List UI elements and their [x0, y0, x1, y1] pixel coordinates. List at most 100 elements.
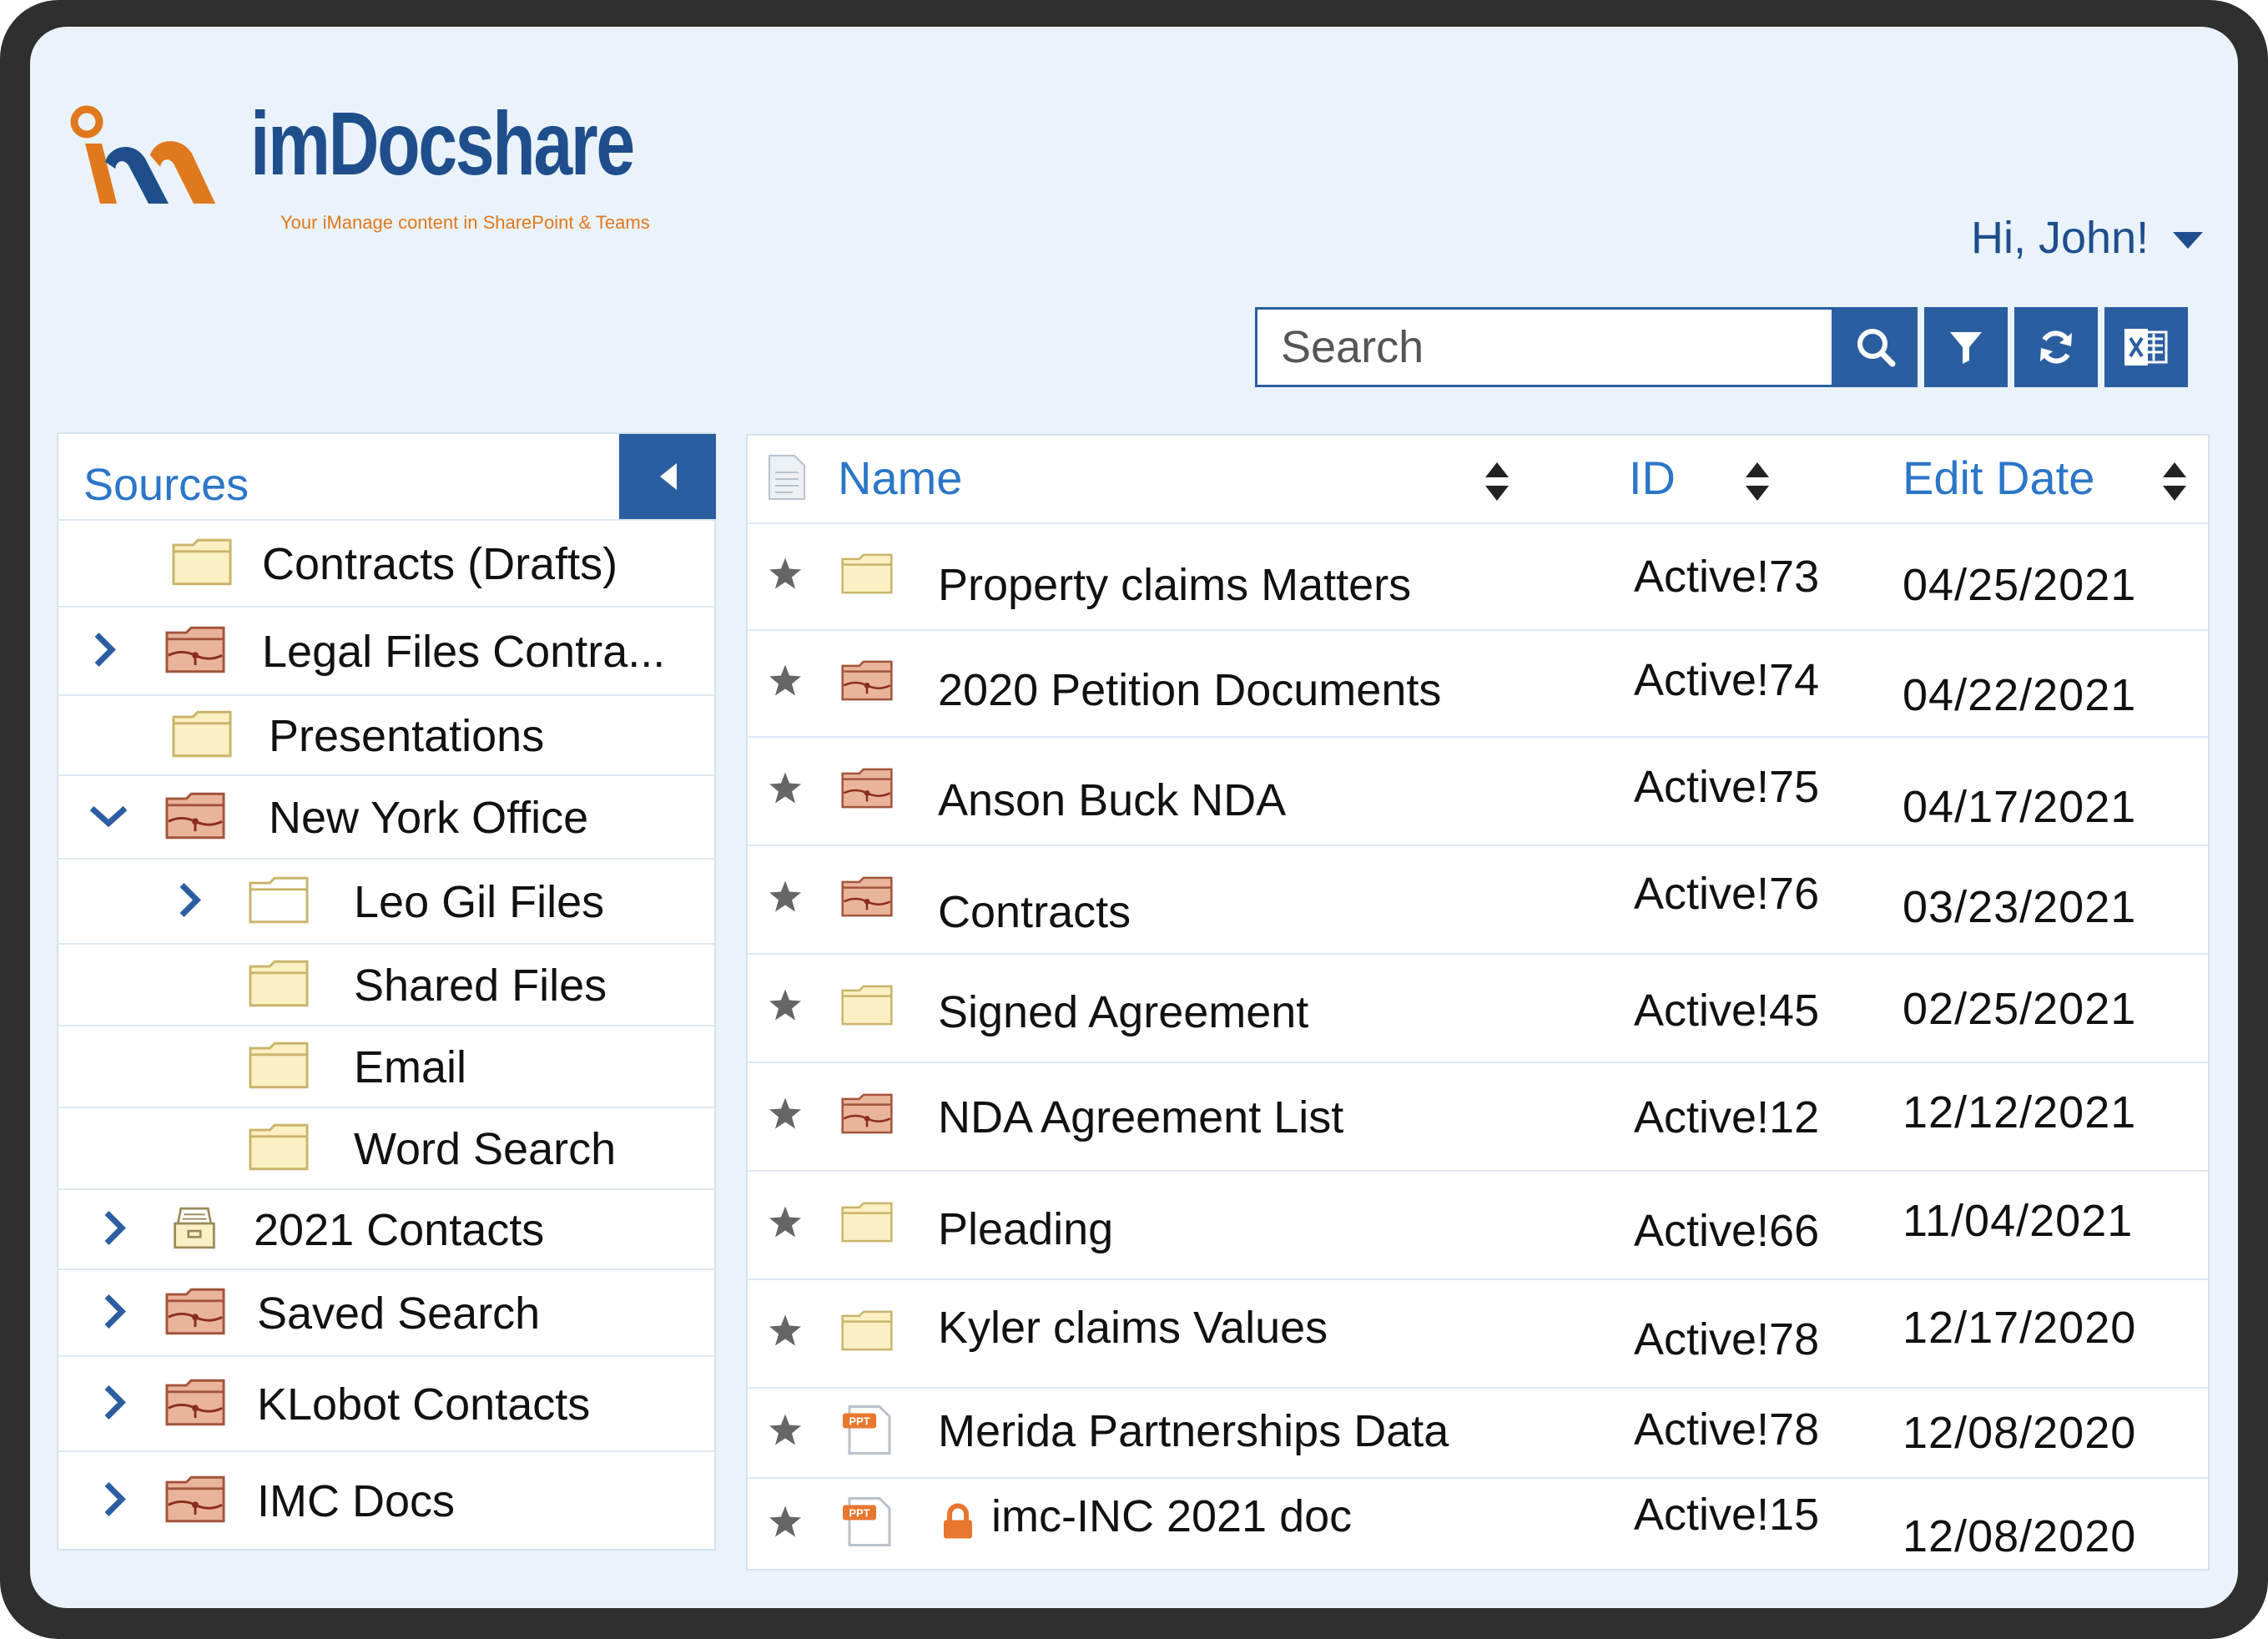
brand-logo: imDocshare Your iManage content in Share… — [68, 78, 650, 233]
collapse-sources-button[interactable] — [619, 434, 716, 519]
star-icon[interactable] — [768, 1314, 803, 1349]
filter-button[interactable] — [1924, 307, 2008, 387]
star-icon[interactable] — [768, 988, 803, 1023]
star-icon[interactable] — [768, 1097, 803, 1132]
source-item[interactable]: 2021 Contacts — [58, 1188, 714, 1270]
document-name[interactable]: Anson Buck NDA — [938, 774, 1286, 826]
star-icon[interactable] — [768, 557, 803, 592]
chevron-down-icon[interactable] — [88, 804, 129, 829]
document-row[interactable]: Contracts Active!76 03/23/2021 — [748, 845, 2208, 955]
chevron-right-icon[interactable] — [177, 882, 202, 919]
document-edit-date: 12/17/2020 — [1903, 1303, 2137, 1353]
star-icon[interactable] — [768, 880, 803, 915]
document-id: Active!75 — [1634, 762, 1820, 812]
ppt-file-icon: PPT — [843, 1405, 891, 1455]
source-item-label: KLobot Contacts — [257, 1379, 591, 1430]
column-id-header[interactable]: ID — [1629, 451, 1676, 505]
caret-down-icon[interactable] — [2173, 232, 2203, 249]
excel-export-icon — [2124, 329, 2168, 366]
folder-icon — [841, 985, 893, 1026]
document-id: Active!78 — [1634, 1404, 1820, 1455]
sort-icon[interactable] — [1484, 461, 1510, 502]
source-item[interactable]: Email — [58, 1025, 714, 1108]
column-name-header[interactable]: Name — [838, 451, 962, 505]
matter-folder-icon — [165, 1475, 225, 1523]
chevron-right-icon[interactable] — [92, 632, 117, 668]
document-row[interactable]: PPT imc-INC 2021 doc Active!15 12/08/2020 — [748, 1477, 2208, 1571]
sort-icon[interactable] — [1744, 461, 1771, 502]
refresh-icon — [2040, 330, 2072, 364]
document-id: Active!66 — [1634, 1206, 1820, 1256]
document-name[interactable]: Contracts — [938, 886, 1131, 938]
sort-icon[interactable] — [2161, 461, 2188, 502]
filter-icon — [1950, 332, 1982, 364]
star-icon[interactable] — [768, 1413, 803, 1448]
chevron-right-icon[interactable] — [102, 1384, 127, 1421]
svg-text:PPT: PPT — [849, 1415, 869, 1428]
matter-folder-icon — [165, 1288, 225, 1335]
logo-mark-icon — [70, 105, 215, 204]
document-name[interactable]: Kyler claims Values — [938, 1302, 1328, 1354]
search-button[interactable] — [1834, 307, 1918, 387]
source-item-label: Word Search — [354, 1124, 617, 1174]
matter-folder-icon — [165, 626, 225, 673]
folder-icon — [172, 538, 232, 586]
chevron-right-icon[interactable] — [102, 1294, 127, 1330]
document-row[interactable]: PPT Merida Partnerships Data Active!78 12/0… — [748, 1387, 2208, 1479]
search-icon — [1857, 329, 1896, 367]
document-id: Active!45 — [1634, 986, 1820, 1036]
document-edit-date: 12/12/2021 — [1903, 1087, 2137, 1137]
document-edit-date: 02/25/2021 — [1903, 984, 2137, 1034]
source-item[interactable]: Leo Gil Files — [58, 858, 714, 945]
excel-export-button[interactable] — [2104, 307, 2188, 387]
source-item[interactable]: Shared Files — [58, 943, 714, 1026]
document-id: Active!76 — [1634, 869, 1820, 919]
document-name[interactable]: Signed Agreement — [938, 986, 1308, 1038]
source-item[interactable]: Contracts (Drafts) — [58, 519, 714, 608]
folder-icon — [249, 960, 309, 1007]
document-edit-date: 12/08/2020 — [1903, 1511, 2137, 1561]
star-icon[interactable] — [768, 1205, 803, 1240]
document-name[interactable]: NDA Agreement List — [938, 1092, 1343, 1143]
source-item[interactable]: New York Office — [58, 774, 714, 860]
chevron-right-icon[interactable] — [102, 1210, 127, 1247]
matter-folder-icon — [841, 876, 893, 917]
document-name[interactable]: Pleading — [938, 1203, 1113, 1255]
source-item-label: Leo Gil Files — [354, 877, 605, 927]
document-id: Active!78 — [1634, 1314, 1820, 1364]
folder-icon — [841, 1202, 893, 1243]
document-row[interactable]: Anson Buck NDA Active!75 04/17/2021 — [748, 736, 2208, 846]
column-edit-date-header[interactable]: Edit Date — [1903, 451, 2094, 505]
document-name[interactable]: Merida Partnerships Data — [938, 1405, 1449, 1457]
refresh-button[interactable] — [2014, 307, 2098, 387]
document-row[interactable]: Kyler claims Values Active!78 12/17/2020 — [748, 1278, 2208, 1389]
source-item[interactable]: IMC Docs — [58, 1450, 714, 1551]
star-icon[interactable] — [768, 771, 803, 806]
brand-tagline: Your iManage content in SharePoint & Tea… — [280, 212, 650, 233]
document-name[interactable]: imc-INC 2021 doc — [991, 1490, 1352, 1542]
matter-folder-icon — [841, 1093, 893, 1134]
document-row[interactable]: 2020 Petition Documents Active!74 04/22/20… — [748, 629, 2208, 738]
document-row[interactable]: Property claims Matters Active!73 04/25/20… — [748, 522, 2208, 631]
documents-panel: Name ID Edit Date Property claims Matter… — [746, 434, 2210, 1571]
document-row[interactable]: Pleading Active!66 11/04/2021 — [748, 1170, 2208, 1280]
folder-icon — [249, 1041, 309, 1089]
source-item[interactable]: Presentations — [58, 694, 714, 776]
search-input[interactable] — [1255, 307, 1834, 387]
user-menu[interactable]: Hi, John! — [1971, 212, 2149, 264]
source-item-label: Shared Files — [354, 961, 607, 1011]
source-item[interactable]: Legal Files Contra... — [58, 606, 714, 696]
document-name[interactable]: Property claims Matters — [938, 559, 1411, 611]
document-name[interactable]: 2020 Petition Documents — [938, 664, 1441, 716]
star-icon[interactable] — [768, 663, 803, 698]
chevron-right-icon[interactable] — [102, 1481, 127, 1518]
document-row[interactable]: NDA Agreement List Active!12 12/12/2021 — [748, 1062, 2208, 1172]
source-item[interactable]: Word Search — [58, 1107, 714, 1190]
star-icon[interactable] — [768, 1505, 803, 1540]
document-row[interactable]: Signed Agreement Active!45 02/25/2021 — [748, 953, 2208, 1063]
folder-icon — [249, 1123, 309, 1171]
document-edit-date: 04/25/2021 — [1903, 560, 2137, 610]
source-item[interactable]: Saved Search — [58, 1268, 714, 1357]
sources-title: Sources — [83, 460, 249, 510]
source-item[interactable]: KLobot Contacts — [58, 1355, 714, 1452]
